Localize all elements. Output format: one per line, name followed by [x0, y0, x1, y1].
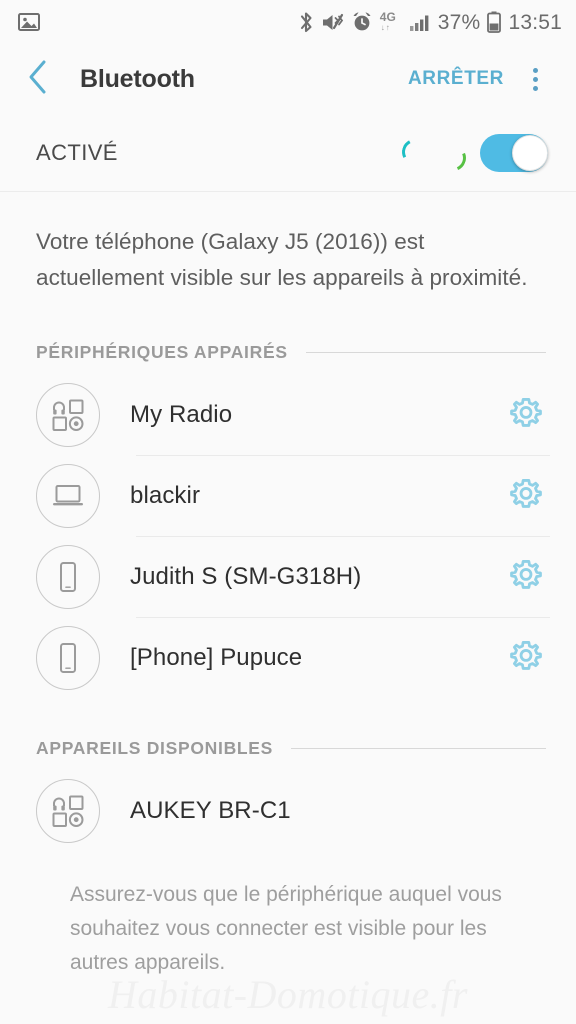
- pairing-help-text: Assurez-vous que le périphérique auquel …: [70, 882, 502, 974]
- list-item[interactable]: My Radio: [0, 375, 576, 456]
- paired-devices-section-header: PÉRIPHÉRIQUES APPAIRÉS: [0, 341, 576, 365]
- list-item[interactable]: AUKEY BR-C1: [0, 771, 576, 852]
- clock-label: 13:51: [508, 10, 562, 34]
- section-divider: [291, 748, 546, 750]
- more-vertical-icon[interactable]: [512, 56, 558, 102]
- bluetooth-state-label: ACTIVÉ: [36, 139, 118, 165]
- generic-device-icon: [36, 779, 100, 844]
- phone-icon: [36, 545, 100, 610]
- available-devices-section-header: APPAREILS DISPONIBLES: [0, 737, 576, 761]
- device-settings-button[interactable]: [502, 472, 550, 520]
- gear-icon: [509, 477, 543, 516]
- battery-percent-label: 37%: [437, 10, 481, 34]
- paired-devices-list: My Radio blackir Judith S (SM-G318H) [Ph…: [0, 375, 576, 699]
- generic-device-icon: [36, 383, 100, 448]
- back-button[interactable]: [26, 59, 60, 99]
- scanning-spinner-icon: [388, 133, 474, 175]
- paired-section-title: PÉRIPHÉRIQUES APPAIRÉS: [36, 342, 288, 363]
- device-name: My Radio: [130, 401, 233, 429]
- gear-icon: [509, 639, 543, 678]
- alarm-clock-icon: [351, 11, 373, 33]
- page-title: Bluetooth: [80, 64, 195, 93]
- switch-thumb: [512, 134, 548, 171]
- photo-icon: [18, 12, 40, 32]
- phone-icon: [36, 626, 100, 691]
- watermark: Habitat-Domotique.fr: [108, 972, 468, 1017]
- list-item[interactable]: blackir: [0, 456, 576, 537]
- bluetooth-switch[interactable]: [480, 133, 548, 172]
- available-devices-list: AUKEY BR-C1: [0, 771, 576, 852]
- device-name: Judith S (SM-G318H): [130, 563, 362, 591]
- stop-scan-button[interactable]: ARRÊTER: [408, 68, 504, 90]
- device-name: AUKEY BR-C1: [130, 797, 291, 825]
- list-item[interactable]: [Phone] Pupuce: [0, 618, 576, 699]
- bluetooth-toggle-row[interactable]: ACTIVÉ: [0, 114, 576, 192]
- list-item[interactable]: Judith S (SM-G318H): [0, 537, 576, 618]
- available-section-title: APPAREILS DISPONIBLES: [36, 738, 274, 759]
- network-4g-icon: 4G ↓↑: [379, 10, 402, 32]
- app-bar: Bluetooth ARRÊTER: [0, 44, 576, 114]
- network-type-label: 4G: [379, 10, 396, 24]
- signal-strength-icon: [409, 13, 431, 32]
- device-settings-button[interactable]: [502, 553, 550, 601]
- status-bar: 4G ↓↑ 37% 13:51: [0, 0, 576, 44]
- device-settings-button[interactable]: [502, 391, 550, 439]
- status-bar-left: [18, 12, 40, 32]
- toggle-row-right: [388, 133, 548, 175]
- mute-vibrate-icon: [321, 12, 344, 33]
- section-divider: [305, 352, 546, 354]
- device-settings-button[interactable]: [502, 634, 550, 682]
- visibility-description: Votre téléphone (Galaxy J5 (2016)) est a…: [36, 229, 528, 291]
- gear-icon: [509, 396, 543, 435]
- laptop-icon: [36, 464, 100, 529]
- device-name: [Phone] Pupuce: [130, 644, 303, 672]
- data-arrows-icon: ↓↑: [380, 23, 391, 32]
- chevron-left-icon: [26, 58, 50, 101]
- device-name: blackir: [130, 482, 201, 510]
- status-bar-right: 4G ↓↑ 37% 13:51: [299, 11, 562, 34]
- gear-icon: [509, 558, 543, 597]
- battery-icon: [487, 11, 502, 33]
- bluetooth-icon: [299, 11, 314, 34]
